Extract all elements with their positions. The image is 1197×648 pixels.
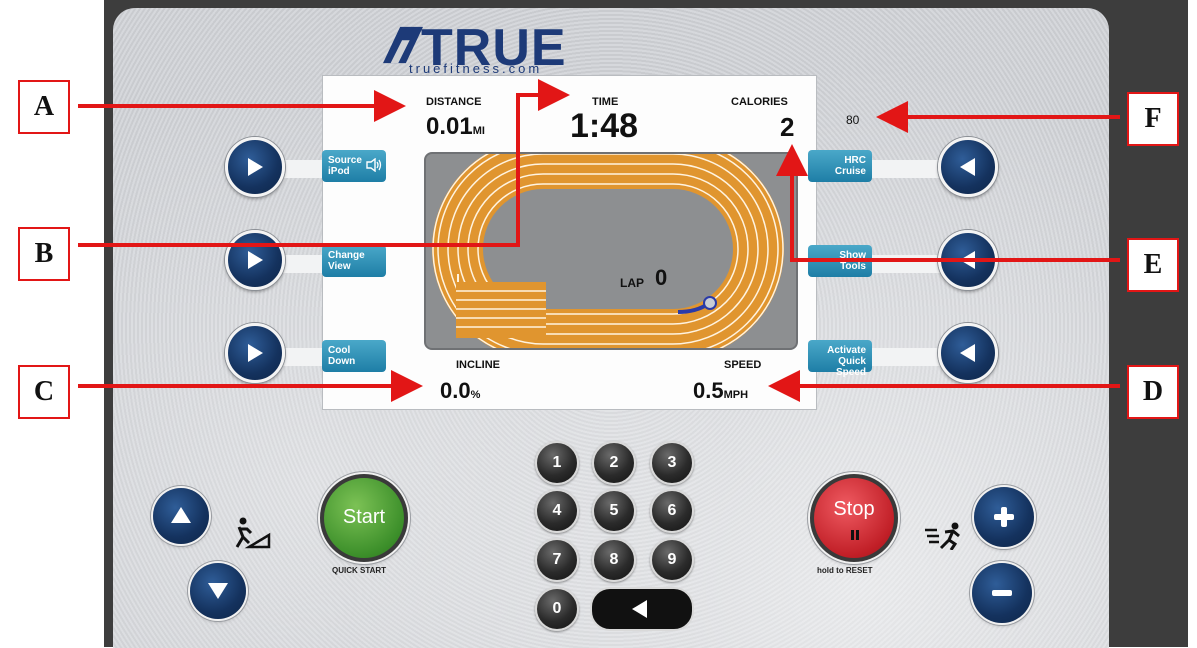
keypad-4-button[interactable]: 4 [535, 489, 579, 533]
callout-c: C [18, 365, 70, 419]
arrow-down-icon [208, 583, 228, 599]
callout-a: A [18, 80, 70, 134]
pause-icon [851, 530, 859, 540]
incline-walker-icon [235, 517, 271, 549]
incline-up-button[interactable] [153, 488, 209, 544]
callout-e: E [1127, 238, 1179, 292]
keypad-1-button[interactable]: 1 [535, 441, 579, 485]
keypad-0-button[interactable]: 0 [535, 587, 579, 631]
keypad-9-button[interactable]: 9 [650, 538, 694, 582]
keypad-3-button[interactable]: 3 [650, 441, 694, 485]
stop-button[interactable]: Stop [810, 474, 898, 562]
quick-start-caption: QUICK START [332, 566, 387, 575]
backspace-arrow-icon [632, 600, 647, 618]
speed-down-button[interactable] [972, 563, 1032, 623]
hold-reset-caption: hold to RESET [817, 566, 873, 575]
minus-icon [992, 590, 1012, 596]
keypad-backspace-button[interactable] [590, 587, 694, 631]
speed-runner-icon [925, 522, 960, 550]
keypad-6-button[interactable]: 6 [650, 489, 694, 533]
callout-b-arrow [78, 79, 570, 247]
keypad-7-button[interactable]: 7 [535, 538, 579, 582]
start-button[interactable]: Start [320, 474, 408, 562]
plus-icon [994, 507, 1014, 527]
callout-e-arrow [776, 144, 1120, 262]
callout-d: D [1127, 365, 1179, 419]
keypad-5-button[interactable]: 5 [592, 489, 636, 533]
incline-down-button[interactable] [190, 563, 246, 619]
keypad-8-button[interactable]: 8 [592, 538, 636, 582]
callout-b: B [18, 227, 70, 281]
arrow-up-icon [171, 507, 191, 523]
keypad-2-button[interactable]: 2 [592, 441, 636, 485]
speed-up-button[interactable] [974, 487, 1034, 547]
callout-f: F [1127, 92, 1179, 146]
